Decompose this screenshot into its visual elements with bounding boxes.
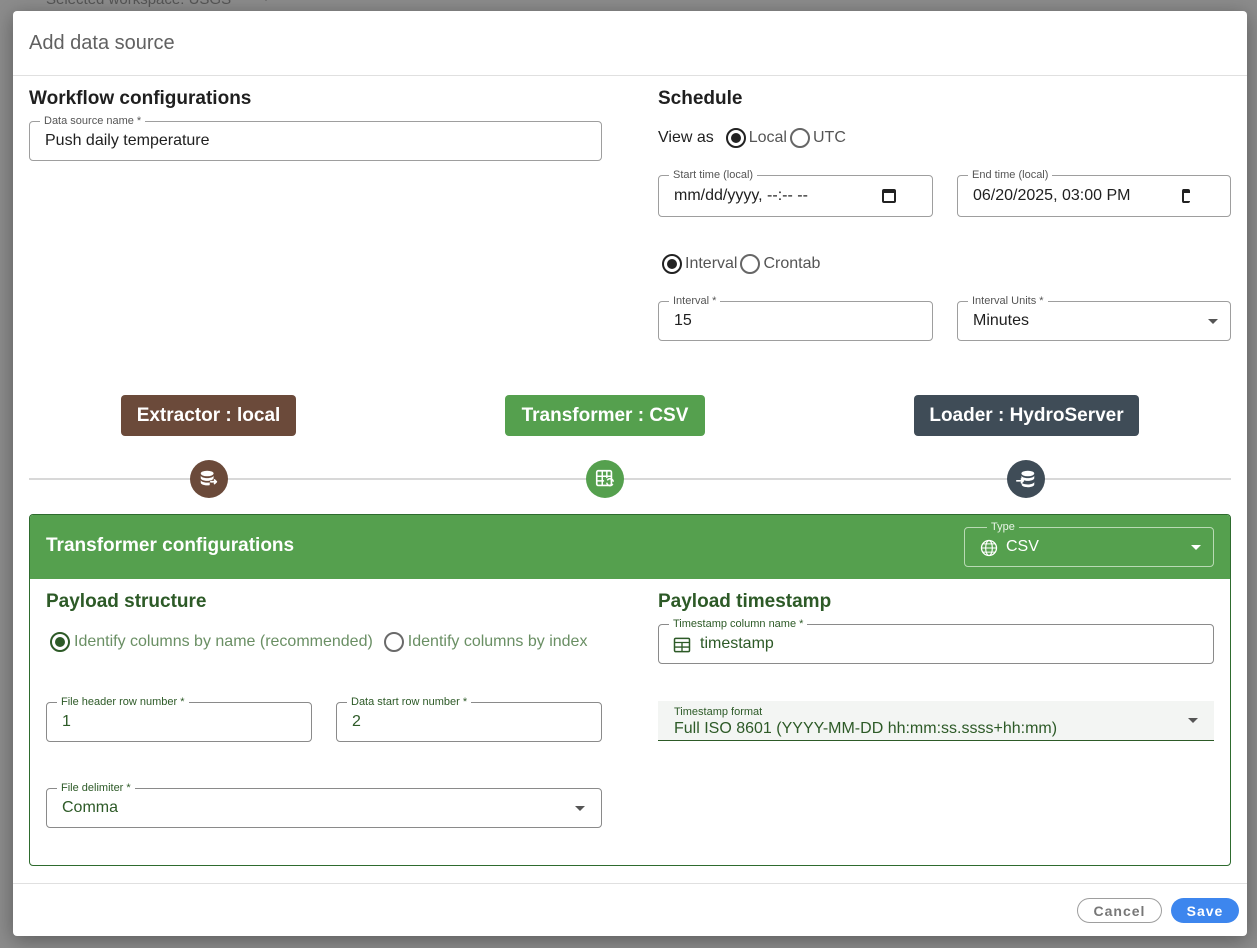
timestamp-column-field[interactable]: Timestamp column name * timestamp xyxy=(658,617,1214,664)
header-row-number-field[interactable]: File header row number * 1 xyxy=(46,695,312,742)
payload-structure-title: Payload structure xyxy=(46,591,207,612)
chevron-down-icon xyxy=(1208,319,1218,324)
radio-crontab-label[interactable]: Crontab xyxy=(763,255,820,273)
end-time-field[interactable]: End time (local) 06/20/2025, 03:00 PM xyxy=(957,168,1231,217)
data-start-row-value: 2 xyxy=(352,713,361,730)
transformer-configurations-panel: Transformer configurations Type CSV Payl… xyxy=(29,514,1231,866)
chevron-down-icon xyxy=(1188,718,1198,723)
payload-timestamp-title: Payload timestamp xyxy=(658,591,832,612)
dialog-title: Add data source xyxy=(29,32,175,54)
add-data-source-dialog: Add data source Workflow configurations … xyxy=(13,11,1247,936)
globe-icon xyxy=(980,539,998,557)
radio-utc[interactable] xyxy=(789,128,810,148)
workspace-selector[interactable]: Selected workspace: USGS xyxy=(46,0,231,8)
database-export-icon xyxy=(200,470,218,486)
calendar-icon[interactable] xyxy=(882,189,896,203)
radio-local-label[interactable]: Local xyxy=(749,129,787,147)
identify-columns-radio-group: Identify columns by name (recommended) I… xyxy=(50,632,587,652)
timestamp-format-label: Timestamp format xyxy=(674,706,763,718)
interval-value: 15 xyxy=(674,312,692,329)
radio-interval-label[interactable]: Interval xyxy=(685,255,737,273)
timestamp-format-select[interactable]: Timestamp format Full ISO 8601 (YYYY-MM-… xyxy=(658,701,1214,741)
transformer-chip[interactable]: Transformer : CSV xyxy=(505,395,705,436)
table-refresh-icon xyxy=(595,469,614,487)
table-column-icon xyxy=(673,637,691,653)
data-start-row-label: Data start row number * xyxy=(347,695,472,709)
extractor-chip[interactable]: Extractor : local xyxy=(121,395,296,436)
divider xyxy=(13,75,1247,76)
start-time-value: mm/dd/yyyy, --:-- -- xyxy=(674,187,808,204)
transformer-type-value: CSV xyxy=(1006,538,1039,555)
timestamp-column-value: timestamp xyxy=(700,635,774,652)
view-as-label: View as xyxy=(658,129,714,146)
transformer-step-node[interactable] xyxy=(586,460,624,498)
radio-identify-by-index[interactable] xyxy=(383,632,404,652)
loader-chip[interactable]: Loader : HydroServer xyxy=(914,395,1139,436)
save-button[interactable]: Save xyxy=(1171,898,1239,923)
radio-crontab[interactable] xyxy=(740,254,761,274)
data-source-name-field[interactable]: Data source name * Push daily temperatur… xyxy=(29,114,602,161)
interval-units-value: Minutes xyxy=(973,312,1030,329)
end-time-value: 06/20/2025, 03:00 PM xyxy=(973,187,1131,204)
radio-identify-by-index-label[interactable]: Identify columns by index xyxy=(408,633,588,651)
start-time-field[interactable]: Start time (local) mm/dd/yyyy, --:-- -- xyxy=(658,168,933,217)
interval-field[interactable]: Interval * 15 xyxy=(658,294,933,341)
divider xyxy=(13,883,1247,884)
file-delimiter-value: Comma xyxy=(62,799,119,816)
interval-units-select[interactable]: Interval Units * Minutes xyxy=(957,294,1231,341)
radio-interval[interactable] xyxy=(662,254,682,274)
schedule-mode-radio-group: Interval Crontab xyxy=(662,254,823,274)
transformer-type-select[interactable]: Type CSV xyxy=(964,520,1214,567)
radio-identify-by-name[interactable] xyxy=(50,632,70,652)
chevron-down-icon xyxy=(262,0,270,1)
chevron-down-icon xyxy=(1191,545,1201,550)
radio-identify-by-name-label[interactable]: Identify columns by name (recommended) xyxy=(74,633,373,651)
data-start-row-field[interactable]: Data start row number * 2 xyxy=(336,695,602,742)
cancel-button[interactable]: Cancel xyxy=(1077,898,1162,923)
data-source-name-value: Push daily temperature xyxy=(45,132,210,149)
database-import-icon xyxy=(1016,470,1035,488)
workflow-configurations-title: Workflow configurations xyxy=(29,88,252,109)
schedule-title: Schedule xyxy=(658,88,743,109)
chevron-down-icon xyxy=(575,806,585,811)
loader-step-node[interactable] xyxy=(1007,460,1045,498)
transformer-configurations-title: Transformer configurations xyxy=(46,535,295,556)
header-row-number-value: 1 xyxy=(62,713,71,730)
radio-utc-label[interactable]: UTC xyxy=(813,129,846,147)
header-row-number-label: File header row number * xyxy=(57,695,189,709)
radio-local[interactable] xyxy=(725,128,746,148)
timezone-radio-group: View as Local UTC xyxy=(658,128,849,148)
transformer-configurations-header: Transformer configurations Type CSV xyxy=(30,515,1230,579)
timestamp-format-value: Full ISO 8601 (YYYY-MM-DD hh:mm:ss.ssss+… xyxy=(674,720,1058,737)
file-delimiter-select[interactable]: File delimiter * Comma xyxy=(46,781,602,828)
extractor-step-node[interactable] xyxy=(190,460,228,498)
calendar-icon[interactable] xyxy=(1182,189,1190,203)
